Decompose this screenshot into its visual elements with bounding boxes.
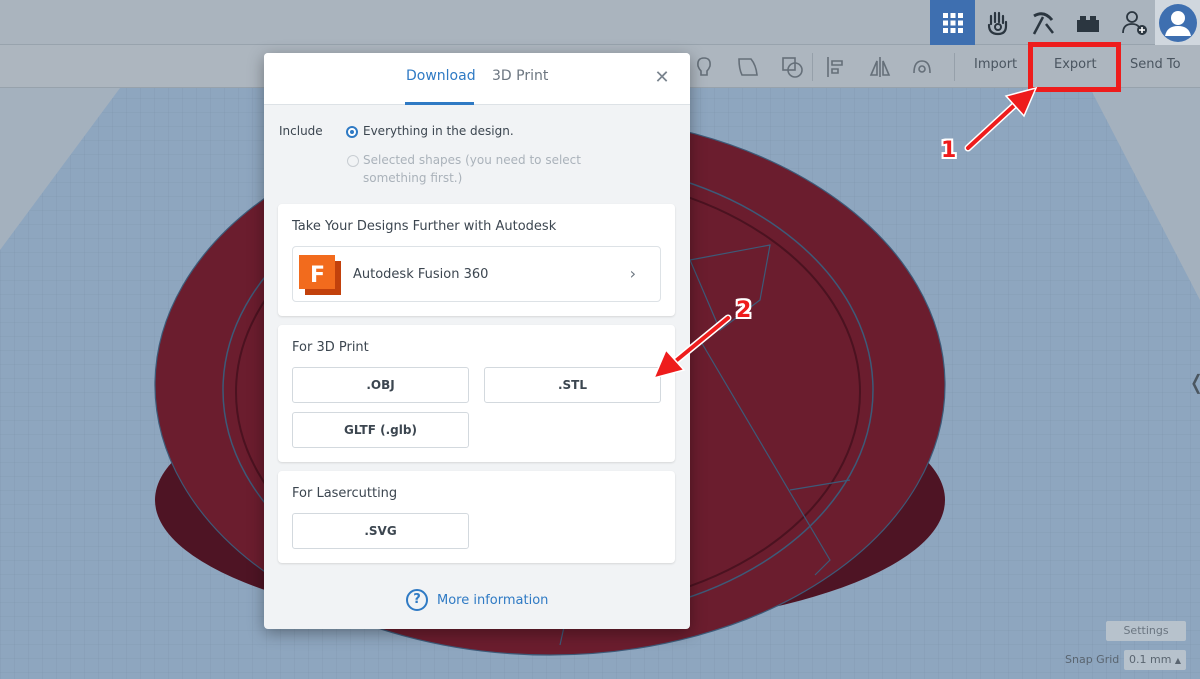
- send-to-button[interactable]: Send To: [1130, 57, 1181, 72]
- snap-grid-label: Snap Grid: [1065, 653, 1120, 666]
- fusion-360-label: Autodesk Fusion 360: [353, 267, 489, 282]
- annotation-label-1: 1: [941, 138, 957, 163]
- more-information-link[interactable]: ? More information: [406, 588, 548, 612]
- active-tab-indicator: [405, 102, 474, 105]
- tab-3d-print[interactable]: 3D Print: [492, 68, 548, 84]
- help-icon: ?: [406, 589, 428, 611]
- lasercutting-card-title: For Lasercutting: [292, 486, 398, 501]
- grid-view-button[interactable]: [930, 0, 975, 45]
- tab-download[interactable]: Download: [406, 68, 476, 84]
- close-icon[interactable]: ✕: [654, 69, 670, 87]
- radio-everything[interactable]: [346, 126, 358, 138]
- align-icon[interactable]: [824, 55, 848, 79]
- autodesk-card-title: Take Your Designs Further with Autodesk: [292, 219, 557, 234]
- export-highlight-box: [1028, 42, 1121, 92]
- radio-selected-shapes[interactable]: [347, 155, 359, 167]
- group-icon[interactable]: [736, 55, 760, 79]
- export-obj-button[interactable]: .OBJ: [292, 367, 469, 403]
- fusion-360-logo: F: [299, 255, 341, 295]
- snap-grid-value: 0.1 mm: [1129, 653, 1172, 666]
- export-gltf-button[interactable]: GLTF (.glb): [292, 412, 469, 448]
- bricks-icon: [1076, 15, 1099, 32]
- annotation-label-2: 2: [736, 298, 752, 323]
- toolbar-divider: [812, 53, 813, 81]
- ungroup-icon[interactable]: [780, 55, 804, 79]
- export-dialog: Download 3D Print ✕ Include Everything i…: [264, 53, 690, 629]
- fusion-360-link[interactable]: F Autodesk Fusion 360 ›: [292, 246, 661, 302]
- mirror-icon[interactable]: [868, 55, 892, 79]
- more-information-label: More information: [437, 592, 549, 608]
- snap-grid-select[interactable]: 0.1 mm ▲: [1124, 650, 1186, 670]
- bricks-button[interactable]: [1065, 0, 1110, 45]
- fusion-logo-letter: F: [310, 263, 325, 288]
- autodesk-card: Take Your Designs Further with Autodesk …: [278, 204, 675, 316]
- top-bar: [0, 0, 1200, 45]
- 3d-print-card: For 3D Print .OBJ .STL GLTF (.glb): [278, 325, 675, 462]
- radio-everything-label[interactable]: Everything in the design.: [363, 124, 514, 138]
- 3d-print-card-title: For 3D Print: [292, 340, 369, 355]
- user-avatar[interactable]: [1155, 0, 1200, 45]
- export-stl-button[interactable]: .STL: [484, 367, 661, 403]
- lightbulb-icon[interactable]: [692, 55, 716, 79]
- dialog-header: Download 3D Print ✕: [264, 53, 690, 105]
- import-button[interactable]: Import: [974, 57, 1017, 72]
- radio-selected-shapes-label: Selected shapes (you need to select some…: [363, 153, 581, 185]
- lasercutting-card: For Lasercutting .SVG: [278, 471, 675, 563]
- cruise-icon[interactable]: [910, 55, 934, 79]
- avatar-icon: [1158, 3, 1197, 42]
- panel-collapse-handle[interactable]: ❬: [1188, 370, 1200, 400]
- toolbar-divider: [954, 53, 955, 81]
- tinker-hand-icon: [987, 11, 1007, 35]
- caret-up-icon: ▲: [1174, 656, 1182, 665]
- tinker-hand-button[interactable]: [975, 0, 1020, 45]
- settings-button[interactable]: Settings: [1106, 621, 1186, 641]
- grid-view-icon: [942, 12, 963, 33]
- add-user-button[interactable]: [1112, 0, 1157, 45]
- export-svg-button[interactable]: .SVG: [292, 513, 469, 549]
- include-label: Include: [279, 124, 323, 138]
- pickaxe-icon: [1032, 11, 1054, 35]
- add-user-icon: [1121, 10, 1147, 35]
- pickaxe-button[interactable]: [1020, 0, 1065, 45]
- chevron-right-icon: ›: [629, 264, 636, 283]
